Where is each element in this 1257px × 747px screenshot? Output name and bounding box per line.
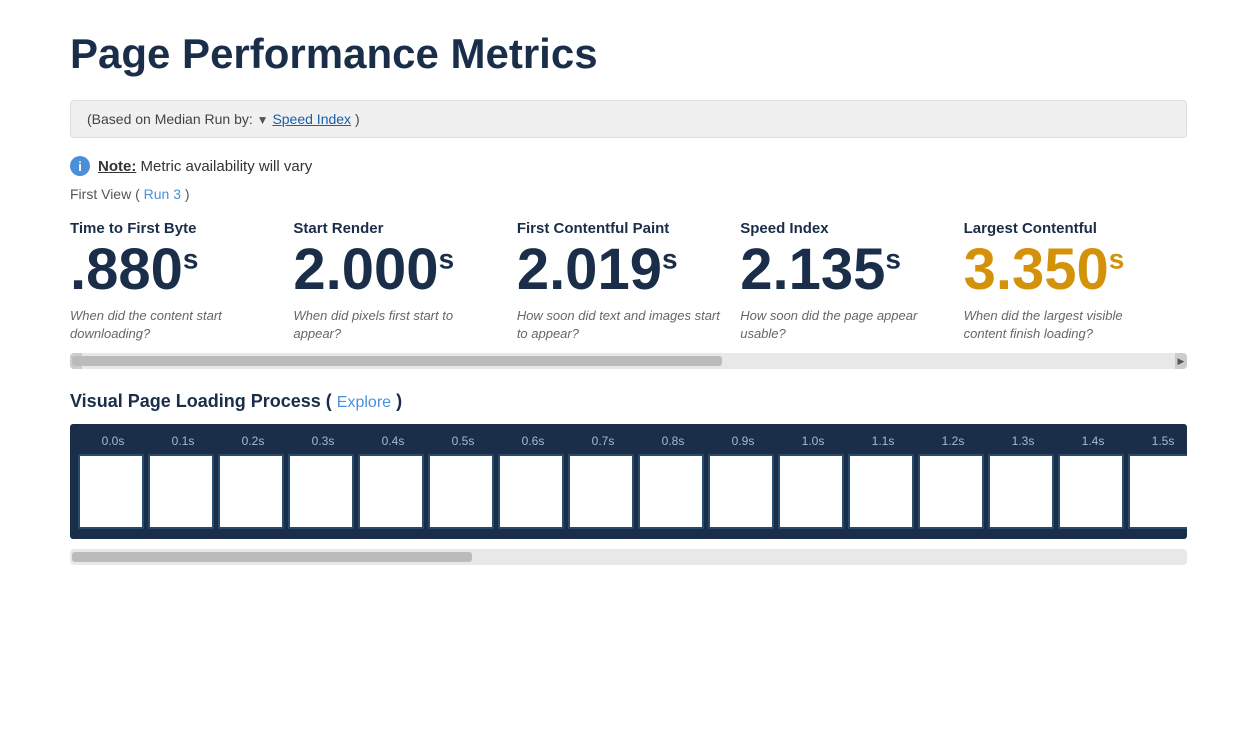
- filmstrip-frame[interactable]: [708, 454, 774, 529]
- metric-ttfb-value: .880s: [70, 241, 273, 299]
- filmstrip-frame[interactable]: [778, 454, 844, 529]
- metric-speed-index-value: 2.135s: [740, 241, 943, 299]
- filmstrip-container: 0.0s0.1s0.2s0.3s0.4s0.5s0.6s0.7s0.8s0.9s…: [70, 424, 1187, 539]
- metric-speed-index-desc: How soon did the page appear usable?: [740, 307, 943, 343]
- metric-start-render-value: 2.000s: [293, 241, 496, 299]
- metric-start-render-desc: When did pixels first start to appear?: [293, 307, 496, 343]
- filmstrip-time-label: 1.1s: [848, 434, 918, 448]
- metric-fcp-value: 2.019s: [517, 241, 720, 299]
- filmstrip-time-label: 0.8s: [638, 434, 708, 448]
- filmstrip-frame[interactable]: [918, 454, 984, 529]
- filmstrip-frame[interactable]: [568, 454, 634, 529]
- first-view-paren-close: ): [185, 186, 190, 202]
- filmstrip-frame[interactable]: [428, 454, 494, 529]
- filmstrip-frame[interactable]: [988, 454, 1054, 529]
- metric-fcp-desc: How soon did text and images start to ap…: [517, 307, 720, 343]
- metric-ttfb: Time to First Byte .880s When did the co…: [70, 220, 293, 343]
- metric-fcp: First Contentful Paint 2.019s How soon d…: [517, 220, 740, 343]
- filmstrip-frame[interactable]: [148, 454, 214, 529]
- first-view-paren-open: (: [135, 186, 140, 202]
- scroll-right-icon[interactable]: ▶: [1175, 353, 1187, 369]
- metrics-row: Time to First Byte .880s When did the co…: [70, 220, 1187, 343]
- metric-lcp-desc: When did the largest visible content fin…: [964, 307, 1167, 343]
- median-run-bar: (Based on Median Run by: ▼ Speed Index ): [70, 100, 1187, 138]
- filmstrip-scrollbar-thumb[interactable]: [72, 552, 472, 562]
- filmstrip-frames: [78, 454, 1179, 529]
- filmstrip-frame[interactable]: [848, 454, 914, 529]
- metric-ttfb-desc: When did the content start downloading?: [70, 307, 273, 343]
- metric-speed-index: Speed Index 2.135s How soon did the page…: [740, 220, 963, 343]
- metric-lcp: Largest Contentful 3.350s When did the l…: [964, 220, 1187, 343]
- filmstrip-time-label: 0.1s: [148, 434, 218, 448]
- metric-fcp-label: First Contentful Paint: [517, 220, 720, 237]
- scrollbar-thumb[interactable]: [72, 356, 722, 366]
- filmstrip-time-label: 0.0s: [78, 434, 148, 448]
- note-row: i Note: Metric availability will vary: [70, 156, 1187, 176]
- metrics-scrollbar[interactable]: ◀ ▶: [70, 353, 1187, 369]
- metric-lcp-value: 3.350s: [964, 241, 1167, 299]
- explore-paren-open: (: [326, 391, 332, 411]
- filmstrip-scrollbar[interactable]: [70, 549, 1187, 565]
- filmstrip-time-label: 1.4s: [1058, 434, 1128, 448]
- median-bar-close: ): [355, 111, 360, 127]
- filmstrip-frame[interactable]: [358, 454, 424, 529]
- filmstrip-frame[interactable]: [218, 454, 284, 529]
- filmstrip-time-label: 1.0s: [778, 434, 848, 448]
- run-link[interactable]: Run 3: [144, 186, 181, 202]
- filmstrip-times: 0.0s0.1s0.2s0.3s0.4s0.5s0.6s0.7s0.8s0.9s…: [78, 434, 1179, 448]
- filmstrip-frame[interactable]: [638, 454, 704, 529]
- note-body-text: Metric availability will vary: [141, 158, 313, 175]
- note-label: Note:: [98, 158, 136, 175]
- filmstrip-time-label: 0.9s: [708, 434, 778, 448]
- speed-index-link[interactable]: Speed Index: [272, 111, 351, 127]
- metric-ttfb-label: Time to First Byte: [70, 220, 273, 237]
- filmstrip-time-label: 1.5s: [1128, 434, 1187, 448]
- filmstrip-time-label: 0.5s: [428, 434, 498, 448]
- explore-paren-close: ): [396, 391, 402, 411]
- filmstrip-frame[interactable]: [498, 454, 564, 529]
- filmstrip-frame[interactable]: [1058, 454, 1124, 529]
- metric-start-render: Start Render 2.000s When did pixels firs…: [293, 220, 516, 343]
- filmstrip-time-label: 0.3s: [288, 434, 358, 448]
- filmstrip-frame[interactable]: [1128, 454, 1187, 529]
- filmstrip-time-label: 1.2s: [918, 434, 988, 448]
- filmstrip-time-label: 1.3s: [988, 434, 1058, 448]
- visual-loading-title: Visual Page Loading Process ( Explore ): [70, 391, 1187, 412]
- metric-start-render-label: Start Render: [293, 220, 496, 237]
- note-text: Note: Metric availability will vary: [98, 158, 312, 175]
- filmstrip-frame[interactable]: [78, 454, 144, 529]
- first-view-label: First View ( Run 3 ): [70, 186, 1187, 202]
- metric-lcp-label: Largest Contentful: [964, 220, 1167, 237]
- explore-link[interactable]: Explore: [337, 394, 391, 411]
- first-view-text: First View: [70, 186, 131, 202]
- filmstrip-time-label: 0.6s: [498, 434, 568, 448]
- filmstrip-time-label: 0.4s: [358, 434, 428, 448]
- median-bar-text: (Based on Median Run by:: [87, 111, 253, 127]
- info-icon: i: [70, 156, 90, 176]
- filmstrip-time-label: 0.2s: [218, 434, 288, 448]
- filmstrip-time-label: 0.7s: [568, 434, 638, 448]
- filmstrip-frame[interactable]: [288, 454, 354, 529]
- median-arrow-icon: ▼: [257, 113, 269, 127]
- metric-speed-index-label: Speed Index: [740, 220, 943, 237]
- page-title: Page Performance Metrics: [70, 30, 1187, 78]
